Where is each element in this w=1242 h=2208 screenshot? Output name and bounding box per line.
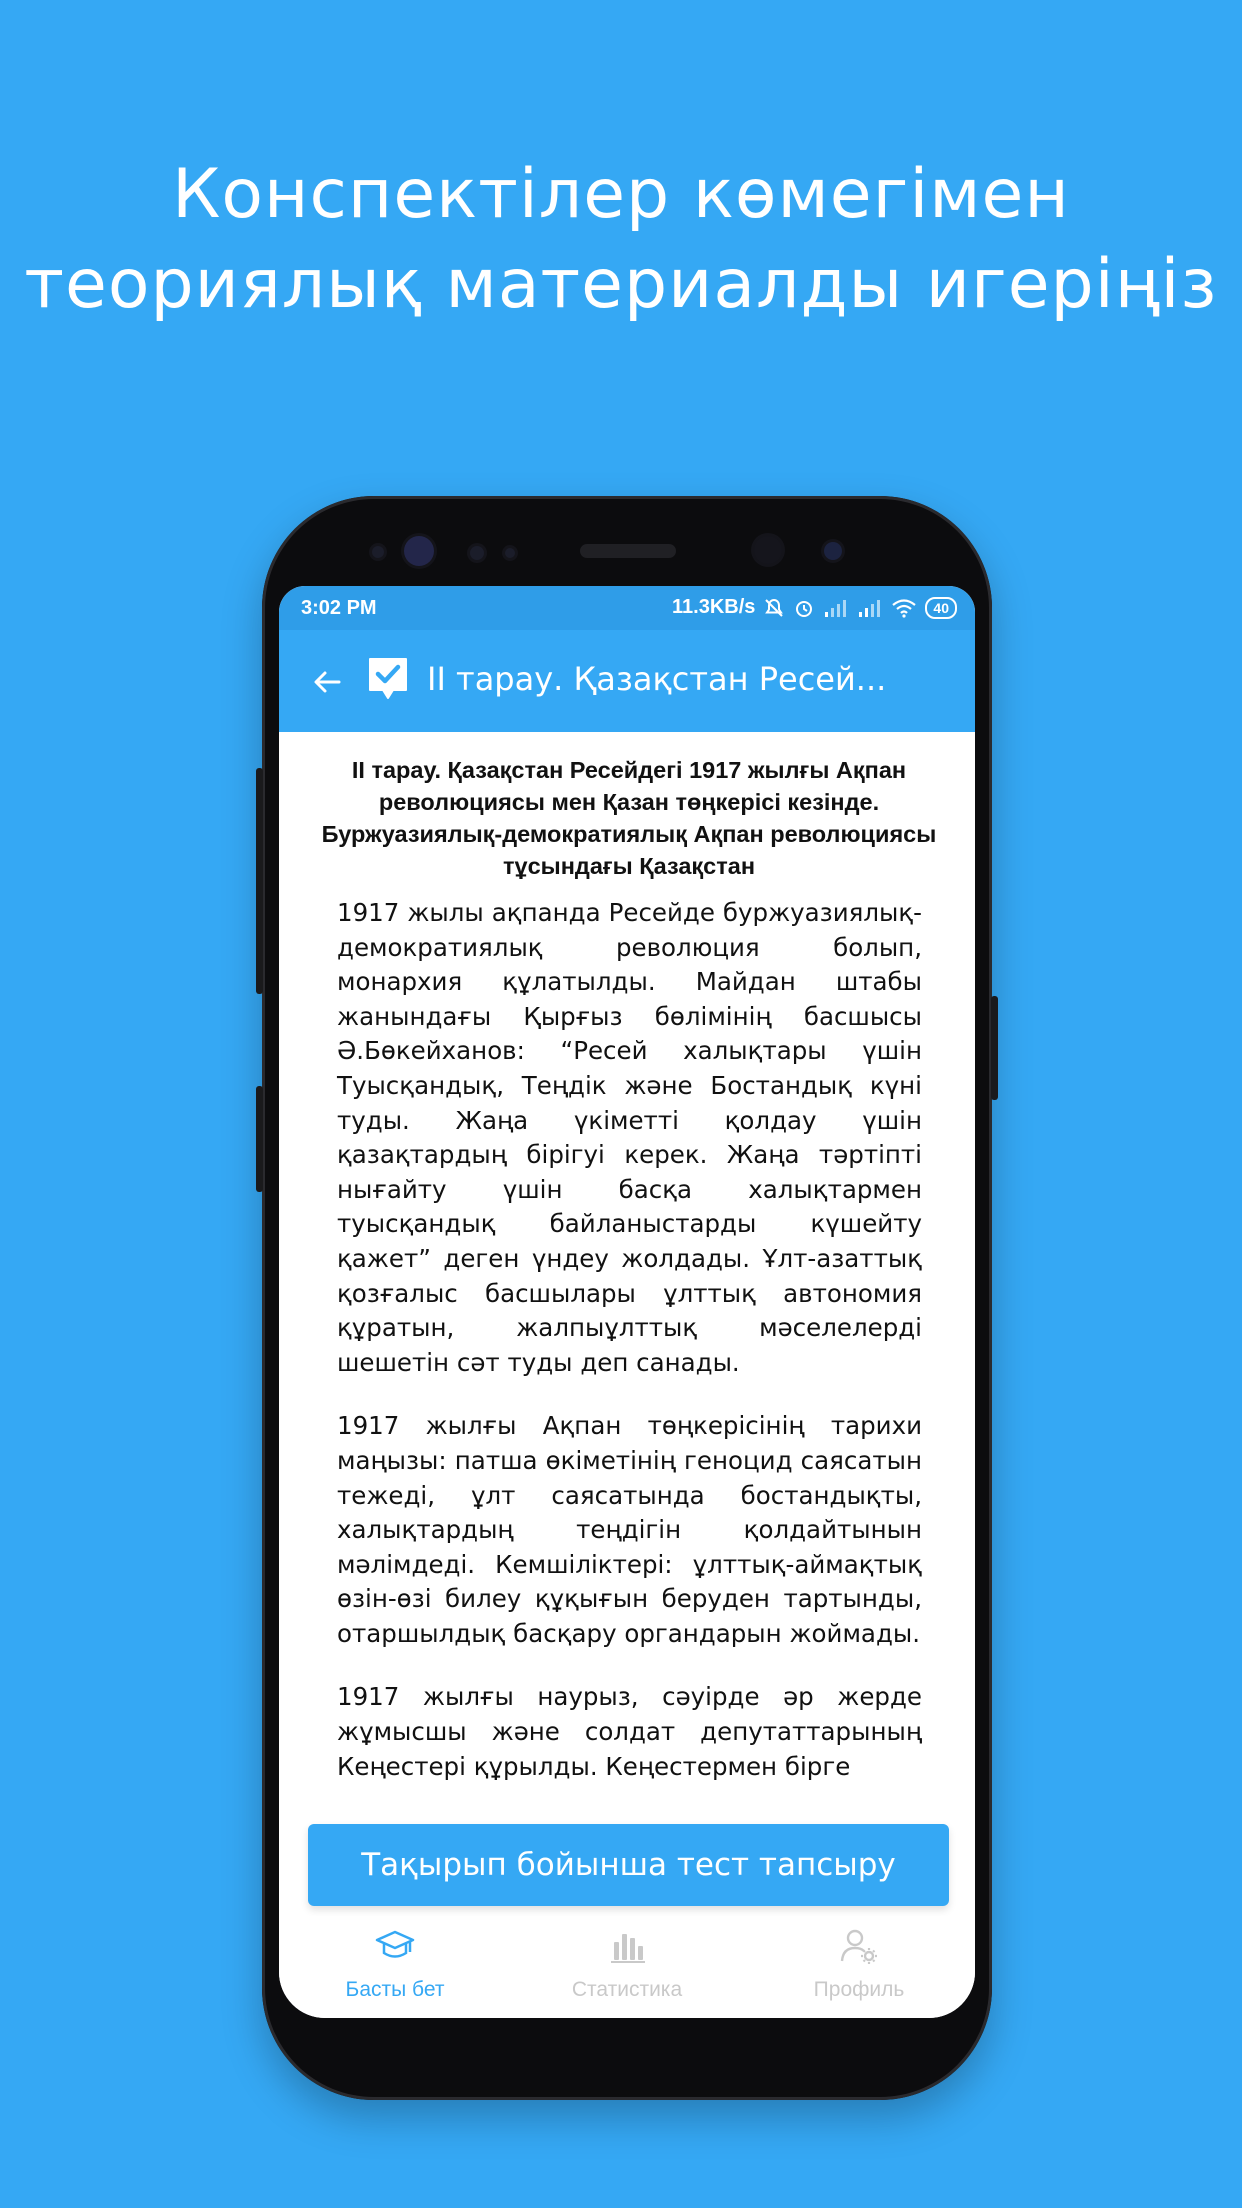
front-sensor-icon bbox=[372, 546, 384, 558]
phone-screen: 3:02 PM 11.3KB/s 40 II тарау. Қазақстан … bbox=[279, 586, 975, 2018]
phone-side-button bbox=[256, 768, 263, 994]
nav-label-statistics: Статистика bbox=[571, 1978, 683, 2001]
battery-indicator: 40 bbox=[925, 596, 957, 619]
promo-title-line2: теориялық материалды игеріңіз bbox=[24, 245, 1218, 324]
phone-side-button bbox=[991, 996, 998, 1100]
bar-chart-icon bbox=[611, 1934, 645, 1963]
nav-item-home[interactable]: Басты бет bbox=[279, 1926, 511, 2002]
back-arrow-icon[interactable] bbox=[311, 666, 343, 698]
wifi-icon bbox=[892, 598, 917, 618]
network-speed: 11.3KB/s bbox=[672, 596, 756, 618]
status-bar: 3:02 PM 11.3KB/s 40 bbox=[279, 586, 975, 630]
promo-title: Конспектілер көмегімен теориялық материа… bbox=[0, 150, 1242, 330]
nav-item-profile[interactable]: Профиль bbox=[743, 1926, 975, 2002]
user-settings-icon bbox=[840, 1929, 877, 1964]
article-title: II тарау. Қазақстан Ресейдегі 1917 жылғы… bbox=[321, 757, 937, 879]
signal-icon bbox=[859, 599, 881, 617]
bottom-navigation: Басты бет Статистика Профиль bbox=[279, 1916, 975, 2018]
take-test-button[interactable]: Тақырып бойынша тест тапсыру bbox=[308, 1824, 949, 1906]
status-time: 3:02 PM bbox=[301, 597, 377, 619]
nav-item-statistics[interactable]: Статистика bbox=[511, 1926, 743, 2002]
front-sensor-icon bbox=[470, 546, 484, 560]
app-bar: II тарау. Қазақстан Ресей... bbox=[279, 630, 975, 732]
front-sensor-icon bbox=[824, 542, 842, 560]
front-sensor-icon bbox=[404, 536, 434, 566]
article-content[interactable]: II тарау. Қазақстан Ресейдегі 1917 жылғы… bbox=[279, 732, 975, 1912]
article-paragraph: 1917 жылғы Ақпан төңкерісінің тарихи маң… bbox=[337, 1411, 922, 1648]
signal-icon bbox=[825, 599, 847, 617]
status-icons: 11.3KB/s 40 bbox=[672, 596, 957, 619]
checked-document-icon bbox=[369, 658, 407, 699]
article-body: 1917 жылы ақпанда Ресейде буржуазиялық-д… bbox=[337, 896, 922, 1813]
phone-side-button bbox=[256, 1086, 263, 1192]
article-paragraph: 1917 жылы ақпанда Ресейде буржуазиялық-д… bbox=[337, 898, 922, 1377]
app-bar-title: II тарау. Қазақстан Ресей... bbox=[427, 660, 887, 698]
graduation-cap-icon bbox=[375, 1930, 415, 1958]
promo-title-line1: Конспектілер көмегімен bbox=[172, 155, 1070, 234]
article-paragraph: 1917 жылғы наурыз, сәуірде әр жерде жұмы… bbox=[337, 1682, 922, 1781]
nav-label-profile: Профиль bbox=[813, 1978, 905, 2001]
alarm-icon bbox=[796, 600, 813, 617]
bell-off-icon bbox=[765, 598, 784, 617]
phone-speaker bbox=[580, 544, 676, 558]
nav-label-home: Басты бет bbox=[345, 1978, 445, 2001]
front-sensor-icon bbox=[505, 548, 515, 558]
front-camera-icon bbox=[754, 536, 782, 564]
